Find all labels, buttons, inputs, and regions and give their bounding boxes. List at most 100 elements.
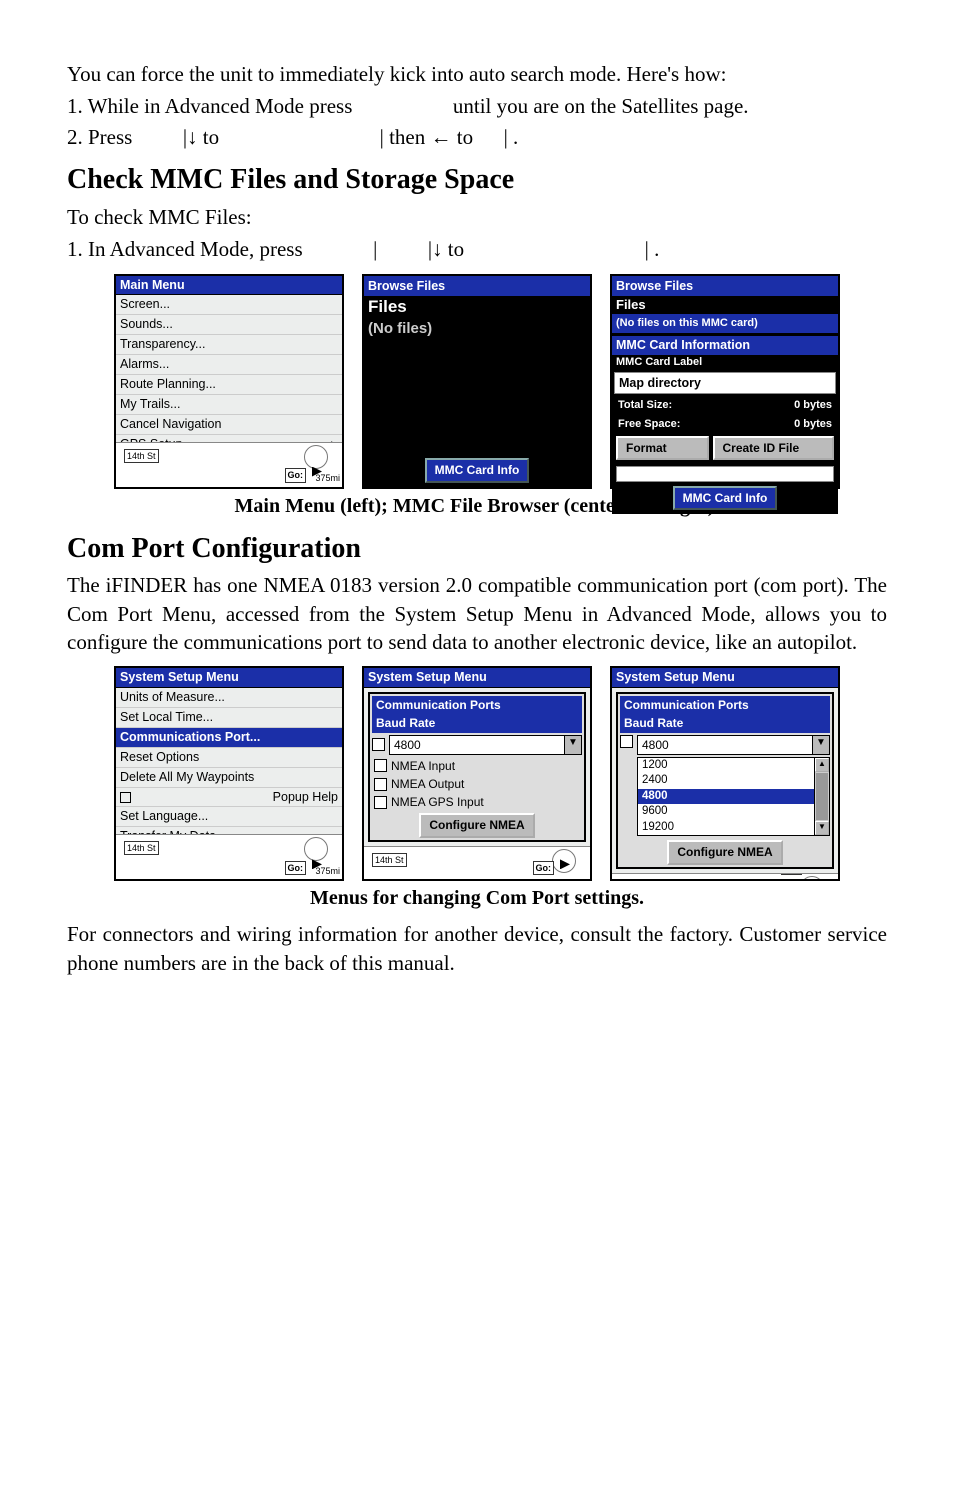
baud-option[interactable]: 19200: [638, 820, 814, 836]
popup-title: Communication Ports: [372, 696, 582, 714]
map-preview: 14th St Go: 375mi: [116, 834, 342, 879]
baud-rate-label: Baud Rate: [620, 714, 830, 732]
create-id-file-button[interactable]: Create ID File: [713, 436, 835, 460]
step1-text-b: until you are on the Satellites page.: [453, 94, 749, 118]
format-button[interactable]: Format: [616, 436, 709, 460]
browse-header: Browse Files: [612, 276, 838, 297]
configure-nmea-button[interactable]: Configure NMEA: [419, 813, 534, 837]
menu-item[interactable]: Cancel Navigation: [116, 415, 342, 435]
checkbox-icon[interactable]: [620, 735, 633, 748]
scrollbar[interactable]: ▲ ▼: [814, 758, 829, 836]
baud-option[interactable]: 2400: [638, 773, 814, 789]
map-go-label: Go:: [533, 861, 555, 875]
screenshot-comm-popup: System Setup Menu Units of Measure... Se…: [362, 666, 592, 881]
menu-item[interactable]: Route Planning...: [116, 375, 342, 395]
map-street-label: 14th St: [124, 449, 159, 463]
browse-header: Browse Files: [364, 276, 590, 297]
compass-icon: [304, 837, 328, 861]
check-step-1: 1. In Advanced Mode, press | |↓ to | .: [67, 235, 887, 263]
compass-icon: [304, 445, 328, 469]
comm-ports-popup: Communication Ports Baud Rate 4800 ▼ 120…: [616, 692, 834, 868]
compass-icon: [800, 876, 824, 880]
files-label: Files: [612, 296, 838, 314]
menu-item[interactable]: GPS Setup▶: [116, 435, 342, 442]
screenshot-baud-list: System Setup Menu Units of Measure... Se…: [610, 666, 840, 881]
baud-rate-listbox[interactable]: 1200 2400 4800 9600 19200 ▲ ▼: [637, 757, 830, 837]
outro-paragraph: For connectors and wiring information fo…: [67, 920, 887, 977]
map-preview: 14th St Go:: [612, 873, 838, 880]
main-menu-title: Main Menu: [116, 276, 342, 296]
scroll-thumb[interactable]: [816, 773, 828, 821]
menu-item[interactable]: Sounds...: [116, 315, 342, 335]
figure-row-1: Main Menu Screen... Sounds... Transparen…: [67, 274, 887, 489]
main-menu-list: Screen... Sounds... Transparency... Alar…: [116, 295, 342, 441]
mmc-card-info-button[interactable]: MMC Card Info: [673, 486, 778, 510]
map-go-label: Go:: [285, 861, 307, 875]
baud-option-selected[interactable]: 4800: [638, 789, 814, 805]
step1-text-a: 1. While in Advanced Mode press: [67, 94, 352, 118]
menu-item[interactable]: Transparency...: [116, 335, 342, 355]
nmea-gps-input-checkbox[interactable]: NMEA GPS Input: [372, 793, 582, 811]
menu-item[interactable]: Popup Help: [116, 788, 342, 808]
scroll-down-icon[interactable]: ▼: [815, 821, 829, 835]
mmc-card-info-button[interactable]: MMC Card Info: [425, 458, 530, 482]
baud-rate-label: Baud Rate: [372, 714, 582, 732]
menu-item[interactable]: Units of Measure...: [116, 688, 342, 708]
menu-item[interactable]: Set Local Time...: [116, 708, 342, 728]
menu-item[interactable]: Screen...: [116, 295, 342, 315]
baud-rate-select[interactable]: 4800 ▼: [637, 735, 830, 755]
browse-title: Browse Files: [368, 278, 445, 295]
dropdown-arrow-icon[interactable]: ▼: [564, 736, 581, 754]
menu-item[interactable]: Delete All My Waypoints: [116, 768, 342, 788]
intro-paragraph: You can force the unit to immediately ki…: [67, 60, 887, 88]
free-space-label: Free Space:: [618, 417, 680, 432]
check1b: |: [373, 237, 377, 261]
heading-com-port: Com Port Configuration: [67, 530, 887, 568]
menu-item[interactable]: Set Language...: [116, 807, 342, 827]
map-directory-field[interactable]: Map directory: [614, 372, 836, 395]
comm-ports-popup: Communication Ports Baud Rate 4800 ▼ NME…: [368, 692, 586, 841]
nmea-input-checkbox[interactable]: NMEA Input: [372, 757, 582, 775]
total-size-value: 0 bytes: [794, 398, 832, 413]
step2-arrow1: |↓ to: [183, 125, 219, 149]
menu-item[interactable]: Reset Options: [116, 748, 342, 768]
dropdown-arrow-icon[interactable]: ▼: [812, 736, 829, 754]
check1c: |↓ to: [428, 237, 464, 261]
map-preview: 14th St Go:: [364, 846, 590, 880]
compass-icon: [552, 849, 576, 873]
baud-option[interactable]: 1200: [638, 758, 814, 774]
popup-title: Communication Ports: [620, 696, 830, 714]
step-1: 1. While in Advanced Mode press until yo…: [67, 92, 887, 120]
screenshot-system-setup: System Setup Menu Units of Measure... Se…: [114, 666, 344, 881]
mmc-info-header: MMC Card Information: [612, 336, 838, 355]
configure-nmea-button[interactable]: Configure NMEA: [667, 840, 782, 864]
menu-item[interactable]: Transfer My Data...: [116, 827, 342, 834]
figure-2-caption: Menus for changing Com Port settings.: [67, 885, 887, 912]
system-setup-list: Units of Measure... Set Local Time... Co…: [116, 688, 342, 834]
nmea-output-checkbox[interactable]: NMEA Output: [372, 775, 582, 793]
check-intro: To check MMC Files:: [67, 203, 887, 231]
figure-row-2: System Setup Menu Units of Measure... Se…: [67, 666, 887, 881]
files-label: Files: [364, 296, 590, 319]
browse-title: Browse Files: [616, 278, 693, 295]
step2-end: | .: [504, 125, 519, 149]
no-files-text: (No files on this MMC card): [612, 314, 838, 333]
system-setup-title: System Setup Menu: [612, 668, 838, 688]
checkbox-icon[interactable]: [372, 738, 385, 751]
map-street-label: 14th St: [124, 841, 159, 855]
menu-item-comm-port[interactable]: Communications Port...: [116, 728, 342, 748]
com-port-paragraph: The iFINDER has one NMEA 0183 version 2.…: [67, 571, 887, 656]
map-go-label: Go:: [285, 468, 307, 482]
total-size-label: Total Size:: [618, 398, 672, 413]
map-street-label: 14th St: [372, 853, 407, 867]
step-2: 2. Press |↓ to | then ← to | .: [67, 123, 887, 151]
screenshot-mmc-info: Browse Files Files (No files on this MMC…: [610, 274, 840, 489]
scroll-up-icon[interactable]: ▲: [815, 758, 829, 772]
check1d: | .: [645, 237, 660, 261]
menu-item[interactable]: Alarms...: [116, 355, 342, 375]
screenshot-main-menu: Main Menu Screen... Sounds... Transparen…: [114, 274, 344, 489]
baud-option[interactable]: 9600: [638, 804, 814, 820]
menu-item[interactable]: My Trails...: [116, 395, 342, 415]
baud-rate-select[interactable]: 4800 ▼: [389, 735, 582, 755]
step2-press: 2. Press: [67, 125, 132, 149]
